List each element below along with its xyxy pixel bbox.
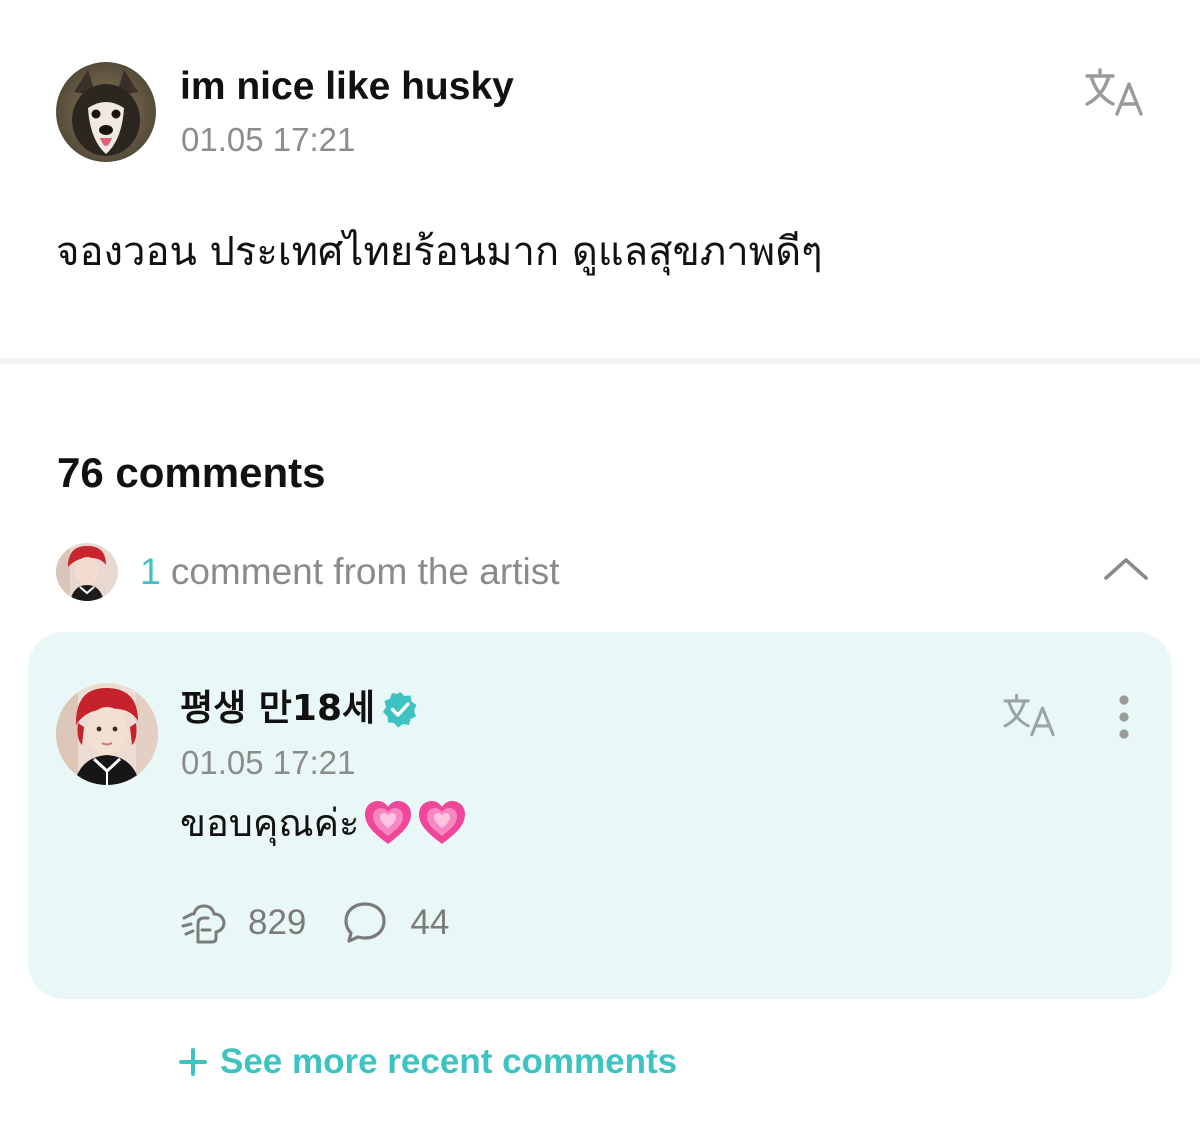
post-body-text: จองวอน ประเทศไทยร้อนมาก ดูแลสุขภาพดีๆ [56,229,823,275]
comment-bubble-icon [342,900,392,946]
artist-portrait-icon [56,543,118,601]
post-timestamp: 01.05 17:21 [181,121,356,158]
artist-comment-body: ขอบคุณค่ะ [180,796,467,850]
reply-count: 44 [410,903,450,942]
artist-comment-text: ขอบคุณค่ะ [180,801,360,845]
plus-icon [178,1047,208,1077]
more-options-icon[interactable] [1106,692,1142,742]
artist-comment-timestamp: 01.05 17:21 [181,744,356,781]
artist-portrait-icon [56,683,158,785]
post-author-name[interactable]: im nice like husky [180,64,514,110]
like-reaction-icon [180,900,230,946]
section-divider [0,358,1200,364]
like-count: 829 [248,903,307,942]
artist-comment-count: 1 [140,551,161,592]
artist-comments-toggle[interactable]: 1 comment from the artist [56,540,1156,604]
see-more-label: See more recent comments [220,1042,678,1081]
artist-comment-card: 평생 만18세 01.05 17:21 ขอบคุณค่ะ 829 44 [28,632,1172,999]
artist-comment-label: comment from the artist [170,551,560,592]
see-more-comments-link[interactable]: See more recent comments [178,1040,677,1084]
post-author-avatar[interactable] [56,62,156,162]
growing-heart-emoji-icon [363,798,413,848]
artist-avatar[interactable] [56,683,158,785]
translate-icon[interactable] [1000,692,1060,742]
post-detail-page: im nice like husky 01.05 17:21 จองวอน ปร… [0,0,1200,1144]
verified-badge-icon [381,690,419,728]
comments-count-heading: 76 comments [57,449,326,496]
growing-heart-emoji-icon [417,798,467,848]
artist-mini-avatar [56,543,118,601]
artist-author-row: 평생 만18세 [180,686,419,732]
like-button[interactable]: 829 [180,900,306,946]
chevron-up-icon[interactable] [1102,552,1150,584]
husky-dog-avatar-icon [56,62,156,162]
artist-comment-summary: 1 comment from the artist [140,550,559,594]
translate-icon[interactable] [1083,66,1147,122]
artist-author-name[interactable]: 평생 만18세 [180,686,375,732]
reaction-row: 829 44 [180,900,449,946]
reply-button[interactable]: 44 [342,900,449,946]
